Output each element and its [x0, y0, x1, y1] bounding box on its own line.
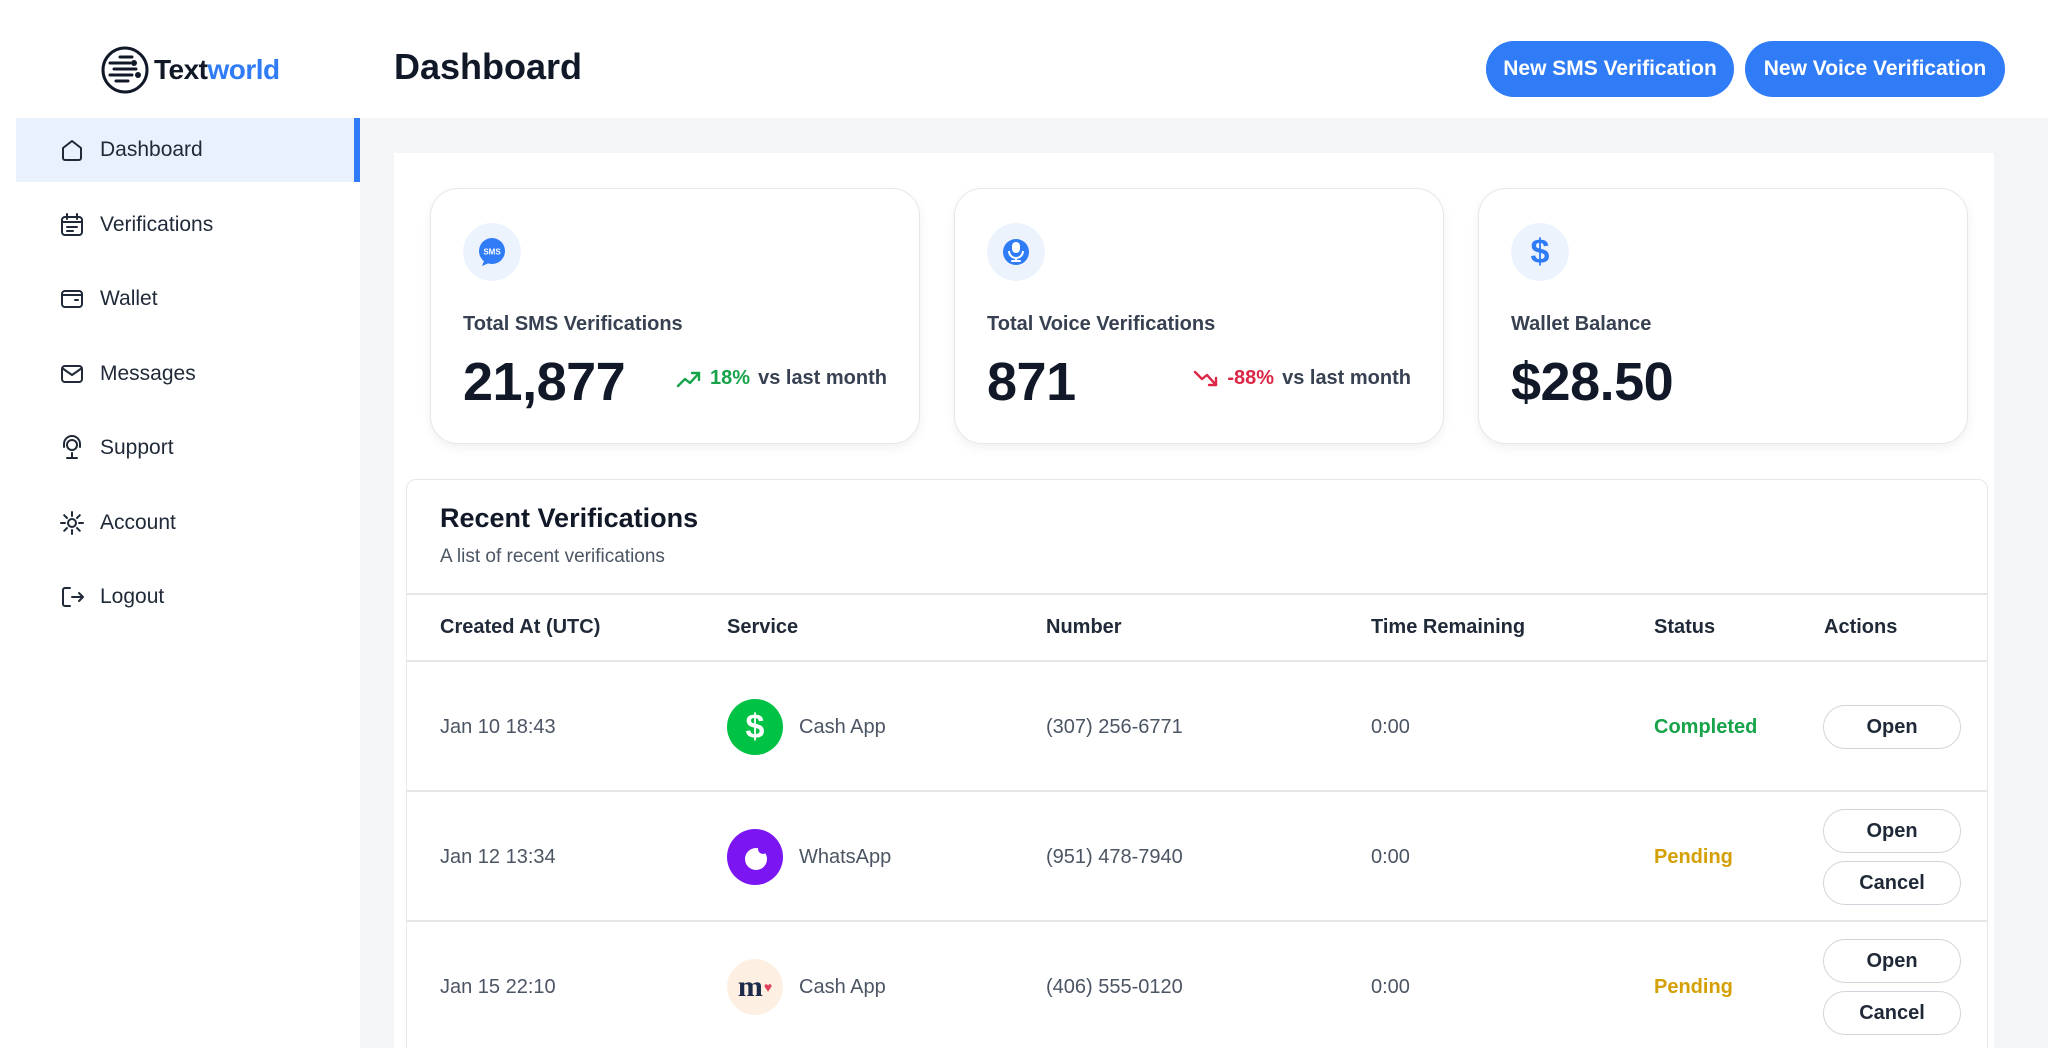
column-header-actions: Actions	[1824, 616, 1898, 638]
new-voice-verification-button[interactable]: New Voice Verification	[1745, 41, 2005, 97]
sidebar-item-logout[interactable]: Logout	[16, 565, 360, 629]
brand-name: Textworld	[154, 54, 280, 86]
m-brand-logo-icon: m ♥	[727, 959, 783, 1015]
cell-created: Jan 10 18:43	[440, 716, 556, 738]
status-badge: Pending	[1654, 846, 1733, 868]
cell-number: (951) 478-7940	[1046, 846, 1183, 868]
cell-time-remaining: 0:00	[1371, 846, 1410, 868]
column-header-number: Number	[1046, 616, 1122, 638]
globe-logo-icon	[101, 46, 149, 94]
stat-trend: 18% vs last month	[676, 367, 887, 390]
brand-name-part2: world	[207, 54, 281, 85]
trend-percent: 18%	[710, 367, 751, 389]
voice-icon	[987, 223, 1045, 281]
stat-label: Total SMS Verifications	[463, 313, 683, 335]
cell-service: m ♥ Cash App	[727, 959, 886, 1015]
sms-bubble-icon: SMS	[463, 223, 521, 281]
home-icon	[62, 140, 82, 161]
recent-verifications-subtitle: A list of recent verifications	[440, 546, 665, 567]
page-title: Dashboard	[394, 46, 583, 87]
sidebar-item-label: Logout	[100, 585, 165, 608]
stat-trend: -88% vs last month	[1193, 367, 1411, 390]
status-badge: Completed	[1654, 716, 1758, 738]
stat-value: 21,877	[463, 352, 626, 412]
calendar-list-icon	[61, 212, 83, 236]
stat-card-voice: Total Voice Verifications 871 -88% vs la…	[954, 188, 1444, 444]
new-sms-verification-button[interactable]: New SMS Verification	[1486, 41, 1734, 97]
open-button[interactable]: Open	[1823, 809, 1961, 853]
sidebar-item-dashboard[interactable]: Dashboard	[16, 118, 360, 182]
brand-name-part1: Text	[154, 54, 208, 85]
service-name: Cash App	[799, 715, 886, 738]
column-header-service: Service	[727, 616, 799, 638]
dollar-icon-glyph: $	[1530, 232, 1550, 271]
cell-number: (406) 555-0120	[1046, 976, 1183, 998]
column-header-time-remaining: Time Remaining	[1371, 616, 1526, 638]
cell-time-remaining: 0:00	[1371, 976, 1410, 998]
divider	[407, 660, 1987, 662]
sidebar-item-label: Wallet	[100, 287, 158, 310]
sidebar-item-label: Dashboard	[100, 138, 203, 161]
stat-label: Total Voice Verifications	[987, 313, 1216, 335]
trend-down-icon	[1194, 370, 1218, 386]
cell-created: Jan 15 22:10	[440, 976, 556, 998]
wallet-icon	[61, 290, 83, 308]
sidebar: Textworld Dashboard Verifications Wallet…	[0, 0, 360, 1048]
sidebar-item-messages[interactable]: Messages	[16, 342, 360, 406]
column-header-created: Created At (UTC)	[440, 616, 601, 638]
trend-percent: -88%	[1227, 367, 1275, 389]
cell-created: Jan 12 13:34	[440, 846, 556, 868]
cashapp-logo-glyph: $	[745, 707, 765, 746]
cashapp-logo-icon: $	[727, 699, 783, 755]
divider	[407, 790, 1987, 792]
sms-icon-text: SMS	[483, 248, 501, 257]
trend-up-icon	[676, 371, 701, 387]
cancel-button[interactable]: Cancel	[1823, 991, 1961, 1035]
app: Textworld Dashboard Verifications Wallet…	[0, 0, 2048, 1048]
service-name: Cash App	[799, 975, 886, 998]
status-badge: Pending	[1654, 976, 1733, 998]
sidebar-nav: Dashboard Verifications Wallet Messages …	[16, 118, 360, 640]
column-header-status: Status	[1654, 616, 1716, 638]
trend-note: vs last month	[1282, 367, 1411, 389]
open-button[interactable]: Open	[1823, 705, 1961, 749]
mail-icon	[61, 364, 83, 383]
recent-verifications-title: Recent Verifications	[440, 503, 699, 533]
stat-value: 871	[987, 352, 1076, 412]
support-agent-icon	[63, 435, 81, 459]
whatsapp-logo-icon	[727, 829, 783, 885]
logout-icon	[62, 587, 84, 607]
stat-card-wallet: $ Wallet Balance $28.50	[1478, 188, 1968, 444]
service-name: WhatsApp	[799, 845, 892, 868]
brand-logo[interactable]: Textworld	[100, 44, 280, 96]
sidebar-item-verifications[interactable]: Verifications	[16, 193, 360, 257]
cell-service: WhatsApp	[727, 829, 891, 885]
stat-value: $28.50	[1511, 352, 1674, 412]
recent-verifications-panel: Recent Verifications A list of recent ve…	[406, 479, 1988, 1048]
trend-note: vs last month	[758, 367, 887, 389]
sidebar-item-wallet[interactable]: Wallet	[16, 267, 360, 331]
dollar-icon: $	[1511, 223, 1569, 281]
sidebar-item-account[interactable]: Account	[16, 491, 360, 555]
cell-service: $ Cash App	[727, 699, 886, 755]
open-button[interactable]: Open	[1823, 939, 1961, 983]
divider	[407, 920, 1987, 922]
sidebar-item-label: Account	[100, 510, 176, 534]
divider	[407, 593, 1987, 595]
stat-card-sms: SMS Total SMS Verifications 21,877 18% v…	[430, 188, 920, 444]
gear-icon	[60, 510, 84, 535]
sidebar-item-label: Support	[100, 436, 174, 459]
m-brand-logo-glyph: m	[737, 970, 763, 1003]
stat-label: Wallet Balance	[1511, 313, 1652, 335]
cell-time-remaining: 0:00	[1371, 716, 1410, 738]
cell-number: (307) 256-6771	[1046, 716, 1183, 738]
sidebar-item-support[interactable]: Support	[16, 416, 360, 480]
sidebar-item-label: Verifications	[100, 212, 214, 236]
cancel-button[interactable]: Cancel	[1823, 861, 1961, 905]
sidebar-item-label: Messages	[100, 361, 196, 385]
